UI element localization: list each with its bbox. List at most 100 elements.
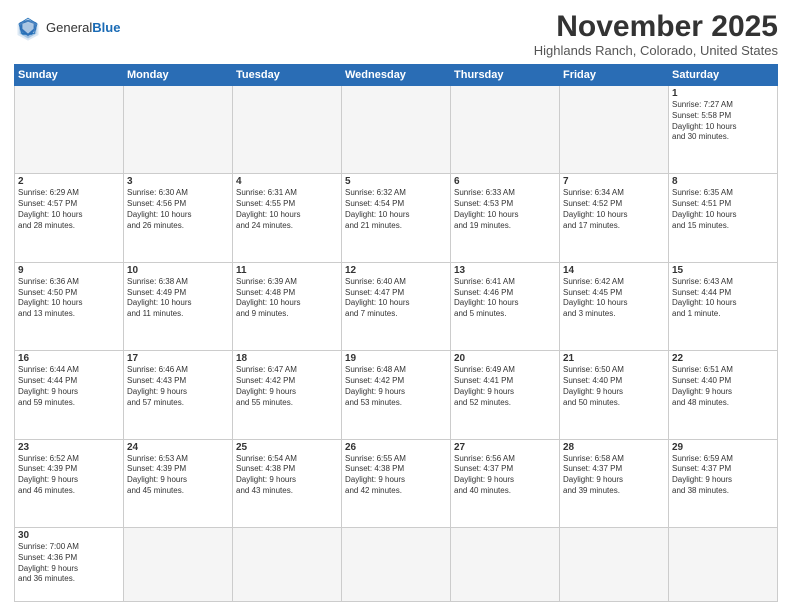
title-area: November 2025 Highlands Ranch, Colorado,… bbox=[534, 10, 778, 58]
calendar-cell: 10Sunrise: 6:38 AM Sunset: 4:49 PM Dayli… bbox=[124, 262, 233, 350]
day-info: Sunrise: 6:29 AM Sunset: 4:57 PM Dayligh… bbox=[18, 188, 120, 231]
day-info: Sunrise: 6:48 AM Sunset: 4:42 PM Dayligh… bbox=[345, 365, 447, 408]
day-info: Sunrise: 6:30 AM Sunset: 4:56 PM Dayligh… bbox=[127, 188, 229, 231]
day-info: Sunrise: 6:54 AM Sunset: 4:38 PM Dayligh… bbox=[236, 454, 338, 497]
calendar-cell: 5Sunrise: 6:32 AM Sunset: 4:54 PM Daylig… bbox=[342, 174, 451, 262]
calendar-header-sunday: Sunday bbox=[15, 65, 124, 86]
calendar-cell bbox=[233, 86, 342, 174]
day-info: Sunrise: 6:33 AM Sunset: 4:53 PM Dayligh… bbox=[454, 188, 556, 231]
day-info: Sunrise: 6:58 AM Sunset: 4:37 PM Dayligh… bbox=[563, 454, 665, 497]
calendar-cell: 2Sunrise: 6:29 AM Sunset: 4:57 PM Daylig… bbox=[15, 174, 124, 262]
calendar-week-row: 23Sunrise: 6:52 AM Sunset: 4:39 PM Dayli… bbox=[15, 439, 778, 527]
calendar-header-thursday: Thursday bbox=[451, 65, 560, 86]
day-number: 5 bbox=[345, 176, 447, 187]
logo: GeneralBlue bbox=[14, 14, 120, 42]
calendar-cell: 15Sunrise: 6:43 AM Sunset: 4:44 PM Dayli… bbox=[669, 262, 778, 350]
calendar-cell: 13Sunrise: 6:41 AM Sunset: 4:46 PM Dayli… bbox=[451, 262, 560, 350]
page: GeneralBlue November 2025 Highlands Ranc… bbox=[0, 0, 792, 612]
day-number: 16 bbox=[18, 353, 120, 364]
day-number: 25 bbox=[236, 442, 338, 453]
calendar-cell: 6Sunrise: 6:33 AM Sunset: 4:53 PM Daylig… bbox=[451, 174, 560, 262]
day-info: Sunrise: 6:44 AM Sunset: 4:44 PM Dayligh… bbox=[18, 365, 120, 408]
day-info: Sunrise: 6:35 AM Sunset: 4:51 PM Dayligh… bbox=[672, 188, 774, 231]
calendar-cell: 4Sunrise: 6:31 AM Sunset: 4:55 PM Daylig… bbox=[233, 174, 342, 262]
calendar-cell: 16Sunrise: 6:44 AM Sunset: 4:44 PM Dayli… bbox=[15, 351, 124, 439]
calendar-cell: 22Sunrise: 6:51 AM Sunset: 4:40 PM Dayli… bbox=[669, 351, 778, 439]
day-info: Sunrise: 6:32 AM Sunset: 4:54 PM Dayligh… bbox=[345, 188, 447, 231]
calendar-header-saturday: Saturday bbox=[669, 65, 778, 86]
calendar-cell bbox=[15, 86, 124, 174]
calendar-week-row: 16Sunrise: 6:44 AM Sunset: 4:44 PM Dayli… bbox=[15, 351, 778, 439]
day-number: 29 bbox=[672, 442, 774, 453]
day-info: Sunrise: 6:31 AM Sunset: 4:55 PM Dayligh… bbox=[236, 188, 338, 231]
day-number: 7 bbox=[563, 176, 665, 187]
logo-icon bbox=[14, 14, 42, 42]
calendar-cell: 23Sunrise: 6:52 AM Sunset: 4:39 PM Dayli… bbox=[15, 439, 124, 527]
calendar-cell bbox=[669, 528, 778, 602]
calendar-cell bbox=[124, 528, 233, 602]
day-info: Sunrise: 6:51 AM Sunset: 4:40 PM Dayligh… bbox=[672, 365, 774, 408]
calendar-cell: 30Sunrise: 7:00 AM Sunset: 4:36 PM Dayli… bbox=[15, 528, 124, 602]
day-number: 13 bbox=[454, 265, 556, 276]
day-info: Sunrise: 7:27 AM Sunset: 5:58 PM Dayligh… bbox=[672, 100, 774, 143]
calendar-cell: 8Sunrise: 6:35 AM Sunset: 4:51 PM Daylig… bbox=[669, 174, 778, 262]
day-number: 9 bbox=[18, 265, 120, 276]
calendar-cell: 9Sunrise: 6:36 AM Sunset: 4:50 PM Daylig… bbox=[15, 262, 124, 350]
day-number: 21 bbox=[563, 353, 665, 364]
day-info: Sunrise: 6:36 AM Sunset: 4:50 PM Dayligh… bbox=[18, 277, 120, 320]
calendar-cell: 27Sunrise: 6:56 AM Sunset: 4:37 PM Dayli… bbox=[451, 439, 560, 527]
calendar-cell bbox=[560, 528, 669, 602]
calendar-cell: 21Sunrise: 6:50 AM Sunset: 4:40 PM Dayli… bbox=[560, 351, 669, 439]
day-number: 28 bbox=[563, 442, 665, 453]
day-info: Sunrise: 6:34 AM Sunset: 4:52 PM Dayligh… bbox=[563, 188, 665, 231]
day-number: 30 bbox=[18, 530, 120, 541]
month-title: November 2025 bbox=[534, 10, 778, 43]
header: GeneralBlue November 2025 Highlands Ranc… bbox=[14, 10, 778, 58]
calendar-cell: 18Sunrise: 6:47 AM Sunset: 4:42 PM Dayli… bbox=[233, 351, 342, 439]
day-number: 3 bbox=[127, 176, 229, 187]
day-number: 12 bbox=[345, 265, 447, 276]
calendar-cell bbox=[451, 86, 560, 174]
day-info: Sunrise: 6:50 AM Sunset: 4:40 PM Dayligh… bbox=[563, 365, 665, 408]
calendar-cell: 24Sunrise: 6:53 AM Sunset: 4:39 PM Dayli… bbox=[124, 439, 233, 527]
day-number: 1 bbox=[672, 88, 774, 99]
calendar-week-row: 9Sunrise: 6:36 AM Sunset: 4:50 PM Daylig… bbox=[15, 262, 778, 350]
calendar-cell: 20Sunrise: 6:49 AM Sunset: 4:41 PM Dayli… bbox=[451, 351, 560, 439]
calendar-week-row: 30Sunrise: 7:00 AM Sunset: 4:36 PM Dayli… bbox=[15, 528, 778, 602]
day-info: Sunrise: 6:53 AM Sunset: 4:39 PM Dayligh… bbox=[127, 454, 229, 497]
calendar-header-row: SundayMondayTuesdayWednesdayThursdayFrid… bbox=[15, 65, 778, 86]
calendar-cell: 1Sunrise: 7:27 AM Sunset: 5:58 PM Daylig… bbox=[669, 86, 778, 174]
day-info: Sunrise: 6:46 AM Sunset: 4:43 PM Dayligh… bbox=[127, 365, 229, 408]
day-info: Sunrise: 6:56 AM Sunset: 4:37 PM Dayligh… bbox=[454, 454, 556, 497]
calendar-cell bbox=[342, 86, 451, 174]
day-info: Sunrise: 6:55 AM Sunset: 4:38 PM Dayligh… bbox=[345, 454, 447, 497]
day-number: 27 bbox=[454, 442, 556, 453]
calendar-cell bbox=[124, 86, 233, 174]
day-info: Sunrise: 6:47 AM Sunset: 4:42 PM Dayligh… bbox=[236, 365, 338, 408]
calendar-cell: 25Sunrise: 6:54 AM Sunset: 4:38 PM Dayli… bbox=[233, 439, 342, 527]
day-info: Sunrise: 6:52 AM Sunset: 4:39 PM Dayligh… bbox=[18, 454, 120, 497]
day-number: 26 bbox=[345, 442, 447, 453]
day-number: 6 bbox=[454, 176, 556, 187]
calendar-cell: 11Sunrise: 6:39 AM Sunset: 4:48 PM Dayli… bbox=[233, 262, 342, 350]
day-number: 10 bbox=[127, 265, 229, 276]
day-info: Sunrise: 6:40 AM Sunset: 4:47 PM Dayligh… bbox=[345, 277, 447, 320]
day-number: 14 bbox=[563, 265, 665, 276]
day-number: 24 bbox=[127, 442, 229, 453]
day-info: Sunrise: 6:59 AM Sunset: 4:37 PM Dayligh… bbox=[672, 454, 774, 497]
day-number: 11 bbox=[236, 265, 338, 276]
calendar-cell: 7Sunrise: 6:34 AM Sunset: 4:52 PM Daylig… bbox=[560, 174, 669, 262]
calendar-cell bbox=[342, 528, 451, 602]
day-info: Sunrise: 6:43 AM Sunset: 4:44 PM Dayligh… bbox=[672, 277, 774, 320]
day-info: Sunrise: 6:41 AM Sunset: 4:46 PM Dayligh… bbox=[454, 277, 556, 320]
day-number: 17 bbox=[127, 353, 229, 364]
day-info: Sunrise: 6:39 AM Sunset: 4:48 PM Dayligh… bbox=[236, 277, 338, 320]
day-number: 15 bbox=[672, 265, 774, 276]
day-info: Sunrise: 6:38 AM Sunset: 4:49 PM Dayligh… bbox=[127, 277, 229, 320]
calendar-cell bbox=[451, 528, 560, 602]
calendar-header-tuesday: Tuesday bbox=[233, 65, 342, 86]
calendar-cell: 17Sunrise: 6:46 AM Sunset: 4:43 PM Dayli… bbox=[124, 351, 233, 439]
day-number: 20 bbox=[454, 353, 556, 364]
calendar-week-row: 2Sunrise: 6:29 AM Sunset: 4:57 PM Daylig… bbox=[15, 174, 778, 262]
calendar-cell: 19Sunrise: 6:48 AM Sunset: 4:42 PM Dayli… bbox=[342, 351, 451, 439]
